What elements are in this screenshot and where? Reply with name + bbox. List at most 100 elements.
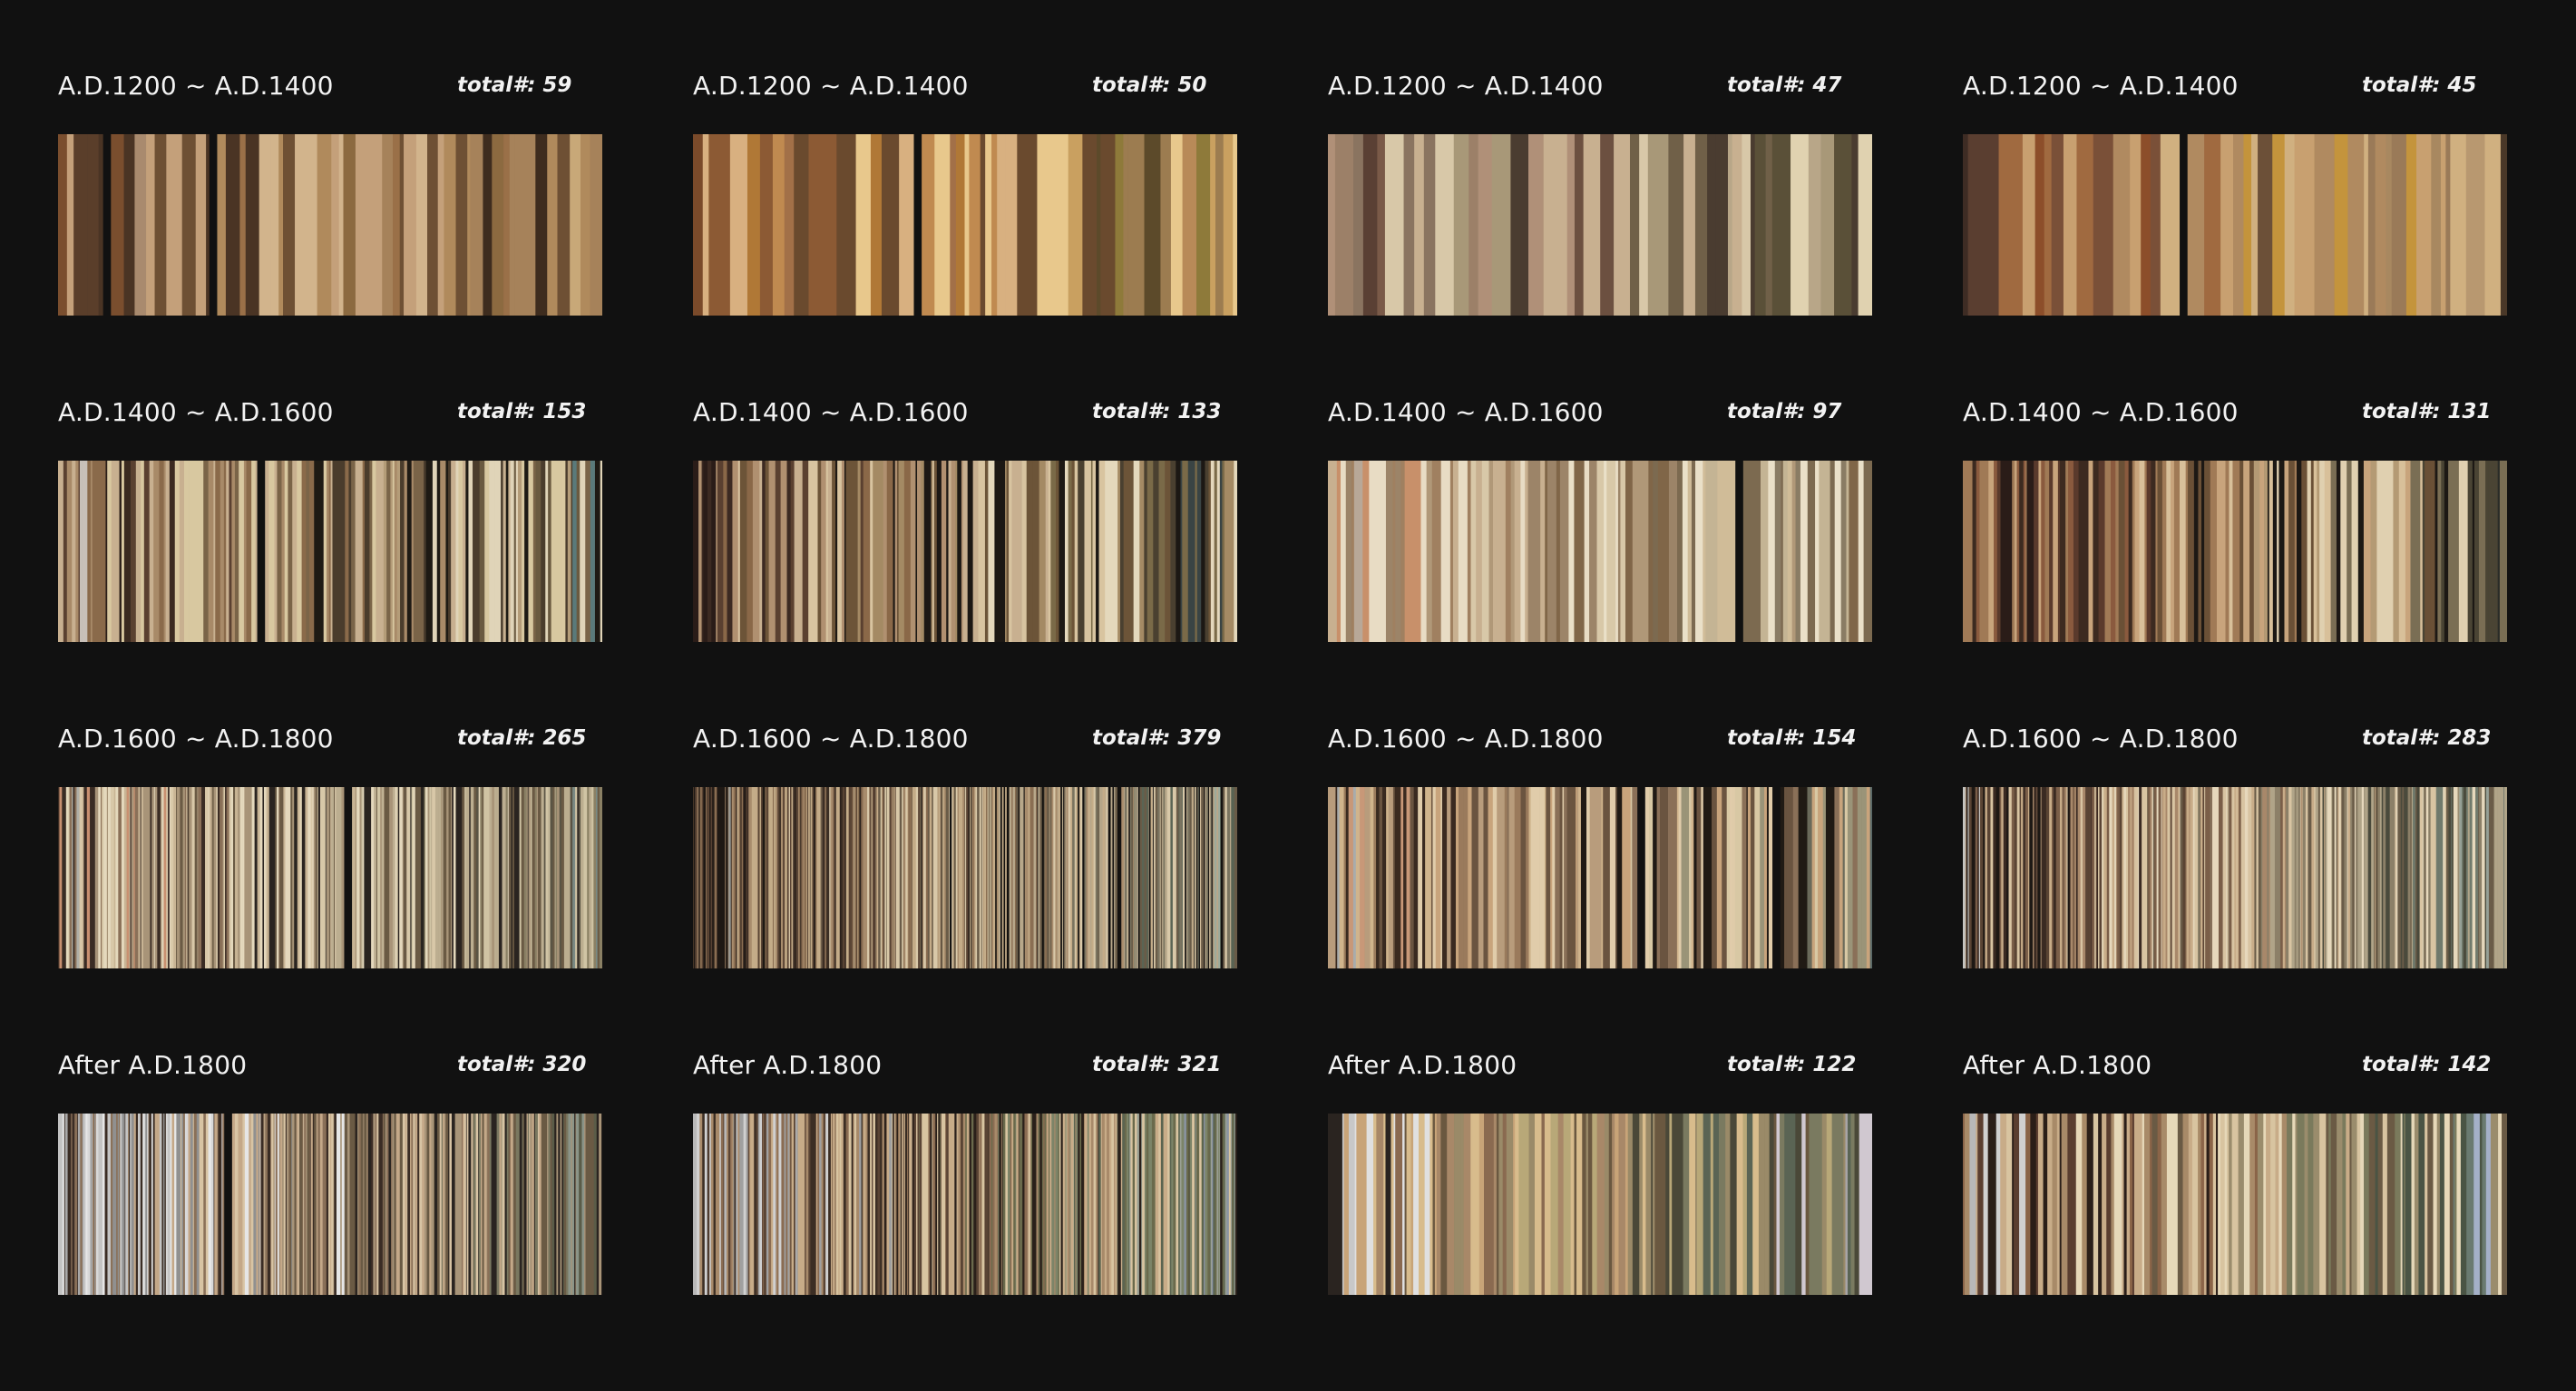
color-stripe: [2364, 134, 2369, 316]
color-stripe: [834, 787, 837, 968]
color-stripe: [1639, 461, 1649, 642]
color-stripe: [1578, 787, 1582, 968]
color-stripe: [463, 1114, 467, 1295]
color-stripe: [587, 787, 590, 968]
color-stripe: [2498, 1114, 2503, 1295]
total-count: total#: 283: [2362, 726, 2492, 750]
color-stripe: [184, 461, 190, 642]
period-label: A.D.1400 ~ A.D.1600: [58, 397, 334, 427]
color-stripe: [2146, 461, 2152, 642]
color-stripe: [372, 461, 376, 642]
total-count: total#: 133: [1092, 400, 1222, 423]
color-stripe: [2294, 787, 2298, 968]
color-stripe: [1092, 461, 1097, 642]
color-stripe: [1012, 787, 1016, 968]
color-stripe: [98, 134, 103, 316]
color-stripe: [2225, 461, 2230, 642]
color-stripe: [265, 1114, 268, 1295]
color-stripe: [134, 787, 139, 968]
color-stripe: [2301, 461, 2308, 642]
color-stripe: [133, 1114, 137, 1295]
color-stripe: [2405, 134, 2417, 316]
color-stripe: [1476, 461, 1483, 642]
color-stripe: [1627, 1114, 1634, 1295]
color-stripe: [2495, 1114, 2499, 1295]
color-stripe: [279, 787, 283, 968]
color-stripe: [946, 461, 949, 642]
color-stripe: [827, 461, 833, 642]
color-stripe: [727, 461, 733, 642]
color-stripe: [1158, 461, 1166, 642]
color-stripe: [445, 461, 449, 642]
color-stripe: [1091, 787, 1094, 968]
color-stripe: [2083, 787, 2086, 968]
color-stripe: [270, 134, 279, 316]
color-stripe: [923, 461, 932, 642]
color-stripe: [1037, 134, 1050, 316]
color-stripe: [2209, 1114, 2214, 1295]
color-stripe: [2218, 787, 2222, 968]
color-stripe: [1986, 787, 1991, 968]
color-stripe: [942, 1114, 946, 1295]
color-stripe: [1963, 787, 1966, 968]
color-stripe: [2243, 1114, 2250, 1295]
color-stripe: [2106, 787, 2110, 968]
color-stripe: [1166, 787, 1170, 968]
color-stripe: [830, 787, 834, 968]
color-stripe: [1385, 1114, 1391, 1295]
color-stripe: [445, 1114, 449, 1295]
color-stripe: [2254, 1114, 2259, 1295]
color-stripe: [1515, 1114, 1519, 1295]
color-stripe: [1123, 461, 1129, 642]
color-stripe: [2479, 1114, 2483, 1295]
color-stripe: [432, 461, 438, 642]
color-stripe: [482, 1114, 484, 1295]
color-stripe: [1541, 1114, 1546, 1295]
color-stripe: [1583, 134, 1601, 316]
color-stripe: [2328, 787, 2332, 968]
color-stripe: [265, 461, 269, 642]
color-stripe: [2232, 461, 2239, 642]
color-stripe: [198, 787, 202, 968]
color-stripe: [288, 787, 291, 968]
color-stripe: [964, 134, 970, 316]
color-stripe: [87, 1114, 91, 1295]
period-label: A.D.1200 ~ A.D.1400: [1328, 71, 1604, 101]
color-stripe: [1161, 1114, 1164, 1295]
color-stripe: [845, 1114, 849, 1295]
color-stripe: [2201, 461, 2205, 642]
color-stripe: [2382, 1114, 2388, 1295]
color-stripe: [1791, 787, 1794, 968]
color-barcode: [58, 787, 602, 968]
color-stripe: [1682, 461, 1689, 642]
color-stripe: [1765, 134, 1773, 316]
color-stripe: [2171, 461, 2175, 642]
color-stripe: [2491, 787, 2494, 968]
color-stripe: [403, 787, 407, 968]
color-stripe: [2093, 1114, 2099, 1295]
color-stripe: [1980, 787, 1984, 968]
color-stripe: [1596, 1114, 1605, 1295]
color-stripe: [2475, 787, 2479, 968]
color-stripe: [344, 1114, 347, 1295]
color-stripe: [1615, 461, 1619, 642]
color-stripe: [1963, 461, 1967, 642]
color-stripe: [1062, 1114, 1066, 1295]
color-stripe: [2430, 787, 2435, 968]
color-stripe: [989, 1114, 992, 1295]
cell-header: A.D.1400 ~ A.D.1600 total#: 97: [1328, 390, 1872, 441]
color-stripe: [386, 461, 391, 642]
color-stripe: [576, 1114, 580, 1295]
color-stripe: [427, 134, 439, 316]
color-stripe: [2051, 134, 2064, 316]
color-stripe: [1419, 1114, 1425, 1295]
palette-cell: A.D.1200 ~ A.D.1400 total#: 59: [58, 63, 602, 336]
color-stripe: [208, 461, 212, 642]
color-stripe: [2211, 787, 2215, 968]
color-stripe: [453, 787, 456, 968]
total-count: total#: 154: [1727, 726, 1857, 750]
color-stripe: [703, 787, 707, 968]
color-stripe: [2497, 787, 2502, 968]
color-stripe: [2258, 134, 2273, 316]
color-stripe: [1659, 1114, 1666, 1295]
